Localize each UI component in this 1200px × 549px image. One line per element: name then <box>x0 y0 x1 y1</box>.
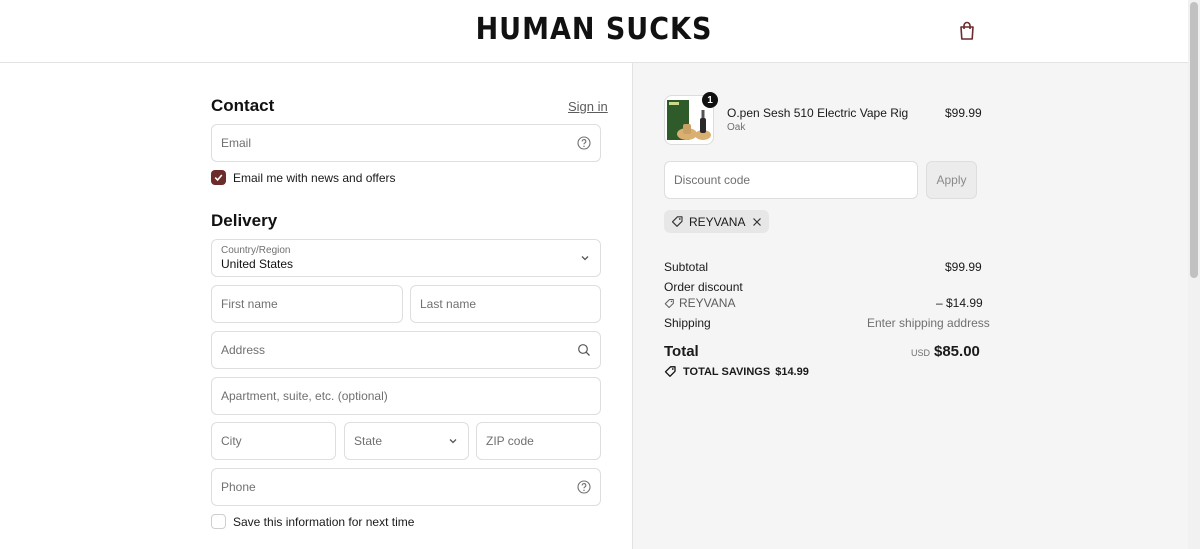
country-select[interactable]: Country/Region United States <box>211 239 601 277</box>
chevron-down-icon <box>449 439 457 444</box>
email-placeholder: Email <box>221 136 252 150</box>
contact-heading: Contact <box>211 96 275 115</box>
save-info-checkbox[interactable] <box>211 514 226 529</box>
zip-field[interactable]: ZIP code <box>476 422 601 460</box>
order-discount-label: Order discount <box>664 280 743 294</box>
chevron-down-icon <box>581 256 589 261</box>
discount-placeholder: Discount code <box>674 173 751 187</box>
total-savings-value: $14.99 <box>775 365 809 378</box>
tag-icon <box>664 366 676 377</box>
total-savings-row: TOTAL SAVINGS $14.99 <box>664 365 809 378</box>
apartment-field[interactable]: Apartment, suite, etc. (optional) <box>211 377 601 415</box>
news-checkbox[interactable] <box>211 170 226 185</box>
city-field[interactable]: City <box>211 422 336 460</box>
applied-discount-code: REYVANA <box>689 214 746 229</box>
tag-icon <box>664 298 674 308</box>
news-opt-in[interactable]: Email me with news and offers <box>211 170 396 185</box>
tag-icon <box>671 216 683 227</box>
zip-placeholder: ZIP code <box>486 434 534 448</box>
quantity-badge: 1 <box>702 92 718 108</box>
shipping-value: Enter shipping address <box>867 316 990 330</box>
state-select[interactable]: State <box>344 422 469 460</box>
sign-in-link[interactable]: Sign in <box>568 99 608 114</box>
subtotal-value: $99.99 <box>945 260 982 274</box>
email-field[interactable]: Email <box>211 124 601 162</box>
discount-code-input[interactable]: Discount code <box>664 161 918 199</box>
save-info-opt-in[interactable]: Save this information for next time <box>211 514 414 529</box>
last-name-field[interactable]: Last name <box>410 285 601 323</box>
address-placeholder: Address <box>221 343 266 357</box>
total-label: Total <box>664 343 699 360</box>
delivery-heading: Delivery <box>211 211 278 230</box>
news-label: Email me with news and offers <box>233 170 396 185</box>
save-info-label: Save this information for next time <box>233 514 415 529</box>
search-icon <box>578 344 590 356</box>
product-variant: Oak <box>727 122 746 133</box>
shopping-bag-icon[interactable] <box>958 21 976 41</box>
order-discount-code-row: REYVANA <box>664 296 735 310</box>
phone-placeholder: Phone <box>221 480 256 494</box>
first-name-placeholder: First name <box>221 297 278 311</box>
check-icon <box>214 174 223 182</box>
store-logo[interactable]: HUMAN SUCKS <box>0 12 1188 47</box>
country-label: Country/Region <box>221 244 291 256</box>
page-scrollbar[interactable] <box>1188 0 1200 549</box>
phone-field[interactable]: Phone <box>211 468 601 506</box>
apply-discount-button[interactable]: Apply <box>926 161 977 199</box>
product-price: $99.99 <box>945 106 982 120</box>
country-value: United States <box>221 256 294 271</box>
currency-code: USD <box>911 348 931 358</box>
total-savings-label: TOTAL SAVINGS <box>683 365 771 378</box>
state-placeholder: State <box>354 434 383 448</box>
order-discount-code: REYVANA <box>679 296 736 310</box>
subtotal-label: Subtotal <box>664 260 709 274</box>
apartment-placeholder: Apartment, suite, etc. (optional) <box>221 389 388 403</box>
city-placeholder: City <box>221 434 242 448</box>
order-discount-value: – $14.99 <box>936 296 983 310</box>
scrollbar-thumb[interactable] <box>1190 2 1198 278</box>
applied-discount-chip: REYVANA <box>664 210 770 233</box>
product-name: O.pen Sesh 510 Electric Vape Rig <box>727 106 909 120</box>
shipping-label: Shipping <box>664 316 711 330</box>
address-field[interactable]: Address <box>211 331 601 369</box>
header: HUMAN SUCKS <box>0 0 1188 63</box>
total-value: $85.00 <box>934 343 980 360</box>
last-name-placeholder: Last name <box>420 297 477 311</box>
help-icon[interactable] <box>577 136 591 150</box>
remove-discount-icon[interactable] <box>752 217 762 227</box>
first-name-field[interactable]: First name <box>211 285 403 323</box>
help-icon[interactable] <box>577 480 591 494</box>
